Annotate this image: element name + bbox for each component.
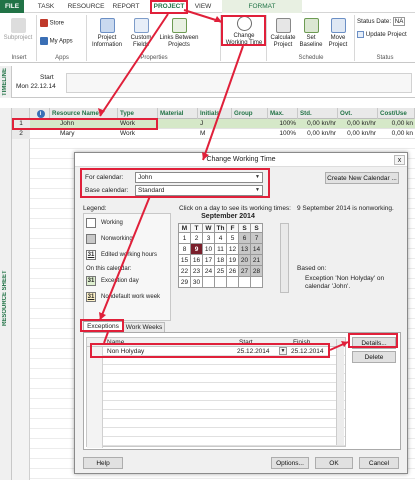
arrow-line [99, 195, 151, 321]
annotation-arrows [98, 9, 349, 351]
arrow-line [103, 331, 109, 344]
arrow-line [99, 13, 169, 117]
arrow-line [202, 45, 244, 161]
